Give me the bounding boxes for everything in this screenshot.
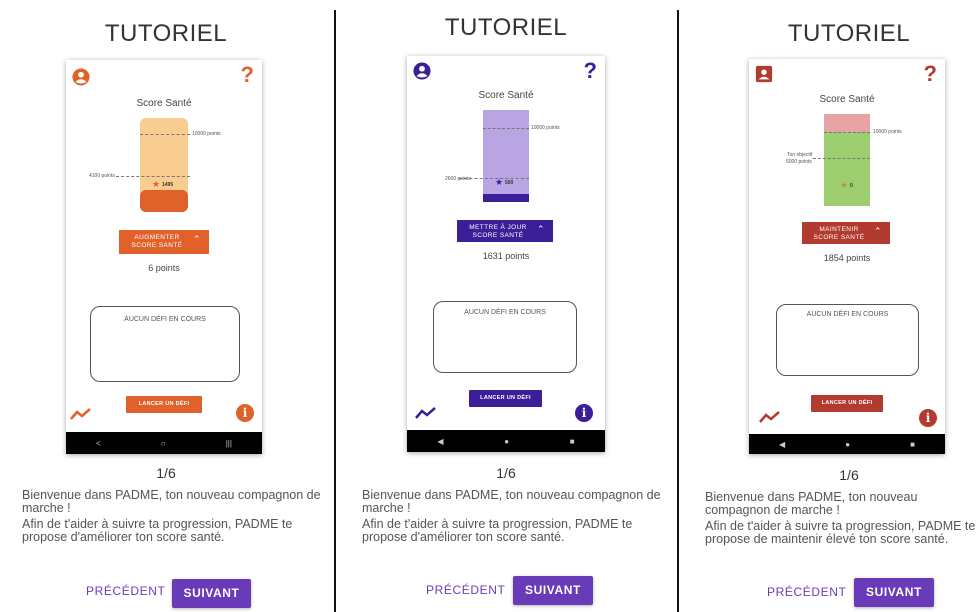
trend-chart-icon[interactable] (70, 407, 92, 421)
points-value: 1854 points (823, 253, 871, 263)
home-nav-icon[interactable]: ● (845, 440, 850, 449)
description-line-2: Afin de t'aider à suivre ta progression,… (22, 517, 293, 544)
page-title: TUTORIEL (787, 20, 911, 47)
star-value: 1495 (162, 182, 174, 188)
current-label: 2600 points (445, 176, 471, 182)
target-label: 10000 points (531, 125, 560, 131)
score-gauge (483, 110, 529, 202)
help-icon[interactable]: ? (241, 62, 254, 88)
score-gauge (140, 118, 188, 212)
previous-button[interactable]: PRÉCÉDENT (426, 583, 505, 597)
phone-screenshot: ? Score Santé 10000 points 2600 points ★… (407, 56, 605, 452)
current-label: 4100 points (89, 173, 115, 179)
back-nav-icon[interactable]: < (96, 439, 101, 448)
info-icon[interactable]: i (575, 404, 593, 422)
description-line-2: Afin de t'aider à suivre ta progression,… (705, 519, 976, 546)
description: Bienvenue dans PADME, ton nouveau compag… (362, 489, 672, 547)
challenge-box: AUCUN DÉFI EN COURS (433, 301, 577, 373)
score-title: Score Santé (136, 98, 192, 109)
page-indicator: 1/6 (156, 465, 176, 481)
chevron-double-up-icon: ⌃ (537, 224, 545, 234)
back-nav-icon[interactable]: ◀ (437, 437, 443, 446)
tutorial-panel-1: TUTORIEL ? Score Santé 10000 points 4100… (0, 0, 332, 612)
star-icon: ★ (840, 180, 849, 190)
phone-screenshot: ? Score Santé 10000 points 4100 points ★… (66, 60, 262, 454)
score-gauge (824, 114, 870, 206)
person-circle-icon[interactable] (72, 68, 90, 86)
increase-score-button[interactable]: AUGMENTER SCORE SANTÉ ⌃ (119, 230, 209, 254)
start-challenge-button[interactable]: LANCER UN DÉFI (811, 395, 883, 412)
challenge-status: AUCUN DÉFI EN COURS (806, 311, 889, 318)
trend-chart-icon[interactable] (415, 406, 437, 420)
next-button[interactable]: SUIVANT (172, 579, 251, 608)
star-value: 500 (505, 180, 514, 186)
description-line-1: Bienvenue dans PADME, ton nouveau compag… (705, 490, 918, 517)
tutorial-panel-3: TUTORIEL ? Score Santé 10000 points Ton … (679, 0, 979, 612)
start-challenge-button[interactable]: LANCER UN DÉFI (469, 390, 542, 407)
description: Bienvenue dans PADME, ton nouveau compag… (22, 489, 327, 547)
chevron-double-up-icon: ⌃ (193, 234, 201, 244)
recents-nav-icon[interactable]: ||| (226, 439, 232, 448)
info-icon[interactable]: i (919, 409, 937, 427)
page-title: TUTORIEL (104, 20, 228, 47)
maintain-score-button[interactable]: MAINTENIR SCORE SANTÉ ⌃ (802, 222, 890, 244)
score-title: Score Santé (819, 94, 875, 105)
back-nav-icon[interactable]: ◀ (779, 440, 785, 449)
home-nav-icon[interactable]: ● (504, 437, 509, 446)
points-value: 6 points (148, 263, 180, 273)
help-icon[interactable]: ? (924, 61, 937, 87)
start-challenge-button[interactable]: LANCER UN DÉFI (126, 396, 202, 413)
android-nav-bar: ◀ ● ■ (749, 434, 945, 454)
description: Bienvenue dans PADME, ton nouveau compag… (705, 491, 977, 549)
next-button[interactable]: SUIVANT (513, 576, 593, 605)
points-value: 1631 points (482, 251, 530, 261)
star-value: 0 (850, 183, 853, 189)
help-icon[interactable]: ? (584, 58, 597, 84)
tutorial-panel-2: TUTORIEL ? Score Santé 10000 points 2600… (336, 0, 676, 612)
challenge-box: AUCUN DÉFI EN COURS (776, 304, 919, 376)
challenge-status: AUCUN DÉFI EN COURS (124, 316, 206, 323)
description-line-1: Bienvenue dans PADME, ton nouveau compag… (362, 488, 661, 515)
description-line-1: Bienvenue dans PADME, ton nouveau compag… (22, 488, 321, 515)
star-icon: ★ (152, 179, 161, 189)
previous-button[interactable]: PRÉCÉDENT (767, 585, 846, 599)
trend-chart-icon[interactable] (759, 410, 781, 424)
info-icon[interactable]: i (236, 404, 254, 422)
target-label: 10000 points (873, 129, 902, 135)
phone-screenshot: ? Score Santé 10000 points Ton objectif … (749, 59, 945, 454)
description-line-2: Afin de t'aider à suivre ta progression,… (362, 517, 633, 544)
home-nav-icon[interactable]: ○ (161, 439, 166, 448)
challenge-box: AUCUN DÉFI EN COURS (90, 306, 240, 382)
previous-button[interactable]: PRÉCÉDENT (86, 584, 165, 598)
recents-nav-icon[interactable]: ■ (570, 437, 575, 446)
android-nav-bar: ◀ ● ■ (407, 430, 605, 452)
page-indicator: 1/6 (496, 465, 516, 481)
star-icon: ★ (495, 177, 504, 187)
update-score-button[interactable]: METTRE À JOUR SCORE SANTÉ ⌃ (457, 220, 553, 242)
chevron-double-up-icon: ⌃ (874, 226, 882, 236)
person-badge-icon[interactable] (755, 65, 773, 83)
goal-label-2: 5000 points (786, 159, 812, 165)
page-indicator: 1/6 (839, 467, 859, 483)
android-nav-bar: < ○ ||| (66, 432, 262, 454)
person-circle-icon[interactable] (413, 62, 431, 80)
score-title: Score Santé (478, 90, 534, 101)
goal-label-1: Ton objectif (787, 152, 813, 158)
page-title: TUTORIEL (444, 14, 568, 41)
challenge-status: AUCUN DÉFI EN COURS (464, 309, 546, 316)
recents-nav-icon[interactable]: ■ (910, 440, 915, 449)
target-label: 10000 points (192, 131, 221, 137)
next-button[interactable]: SUIVANT (854, 578, 934, 607)
